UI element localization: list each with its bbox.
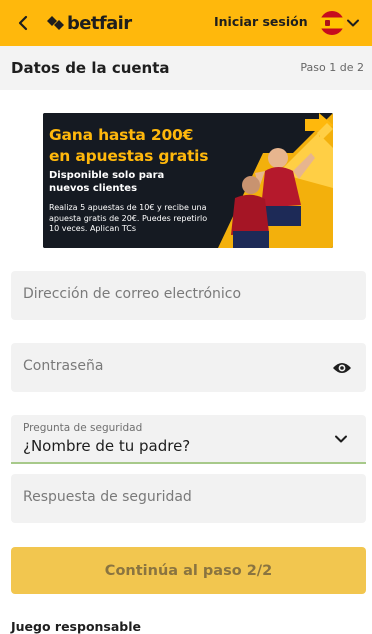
password-field[interactable]: Contraseña xyxy=(11,343,366,392)
promo-headline-line-2: en apuestas gratis xyxy=(49,147,209,165)
top-navigation-bar: betfair Iniciar sesión xyxy=(0,0,372,46)
security-answer-field[interactable]: Respuesta de seguridad xyxy=(11,474,366,523)
brand-name: betfair xyxy=(67,12,132,34)
continue-button[interactable]: Continúa al paso 2/2 xyxy=(11,547,366,594)
select-underline xyxy=(11,462,366,464)
account-details-header: Datos de la cuenta Paso 1 de 2 xyxy=(0,46,372,90)
promo-headline-line-1: Gana hasta 200€ xyxy=(49,126,194,144)
promo-headline: Gana hasta 200€ en apuestas gratis xyxy=(49,125,209,167)
promo-subline-line-1: Disponible solo para xyxy=(49,170,165,181)
security-question-value: ¿Nombre de tu padre? xyxy=(23,437,191,455)
page-title: Datos de la cuenta xyxy=(11,59,170,77)
security-question-label: Pregunta de seguridad xyxy=(23,422,143,434)
security-question-select[interactable]: Pregunta de seguridad ¿Nombre de tu padr… xyxy=(11,415,366,464)
promo-subline: Disponible solo para nuevos clientes xyxy=(49,169,164,195)
promo-subline-line-2: nuevos clientes xyxy=(49,183,138,194)
chevron-left-icon xyxy=(18,15,28,31)
show-password-icon[interactable] xyxy=(332,361,352,375)
promo-terms: Realiza 5 apuestas de 10€ y recibe una a… xyxy=(49,203,208,233)
login-button[interactable]: Iniciar sesión xyxy=(214,14,308,29)
betfair-diamond-icon xyxy=(47,16,64,30)
email-placeholder: Dirección de correo electrónico xyxy=(23,286,242,302)
promo-banner[interactable]: Gana hasta 200€ en apuestas gratis Dispo… xyxy=(43,113,333,248)
betfair-logo[interactable]: betfair xyxy=(46,11,132,35)
password-placeholder: Contraseña xyxy=(23,358,104,374)
security-answer-placeholder: Respuesta de seguridad xyxy=(23,489,192,505)
flag-crest xyxy=(325,20,330,26)
email-field[interactable]: Dirección de correo electrónico xyxy=(11,271,366,320)
chevron-down-icon xyxy=(335,435,347,443)
back-button[interactable] xyxy=(12,11,34,35)
step-indicator: Paso 1 de 2 xyxy=(300,61,364,74)
chevron-down-icon[interactable] xyxy=(346,16,360,30)
responsible-gaming-link[interactable]: Juego responsable xyxy=(11,619,141,634)
spain-flag-icon[interactable] xyxy=(320,11,344,35)
